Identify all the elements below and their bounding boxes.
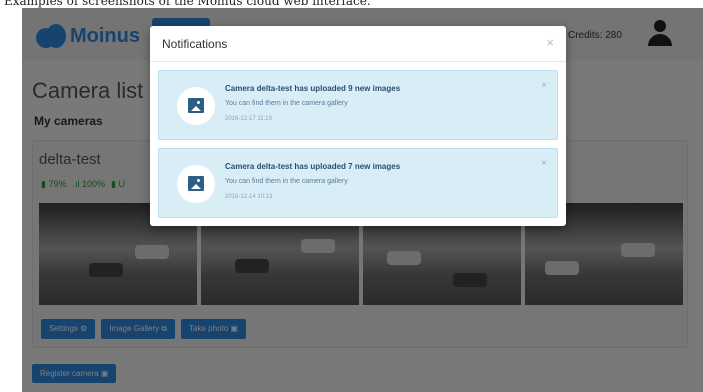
modal-title: Notifications (162, 37, 228, 51)
notification-close-icon[interactable]: × (541, 158, 547, 169)
notification-text: You can find them in the camera gallery (225, 178, 348, 185)
image-icon (177, 165, 215, 203)
image-icon (177, 87, 215, 125)
notification-title: Camera delta-test has uploaded 7 new ima… (225, 162, 401, 171)
notification-date: 2016-12-17 11:19 (225, 116, 272, 122)
notification-date: 2016-12-14 10:13 (225, 194, 273, 200)
notifications-modal: Notifications × Camera delta-test has up… (150, 26, 566, 226)
notification-item: Camera delta-test has uploaded 7 new ima… (158, 148, 558, 218)
modal-close-icon[interactable]: × (546, 35, 554, 50)
notification-close-icon[interactable]: × (541, 80, 547, 91)
modal-header: Notifications × (150, 26, 566, 62)
notification-item: Camera delta-test has uploaded 9 new ima… (158, 70, 558, 140)
notification-title: Camera delta-test has uploaded 9 new ima… (225, 84, 401, 93)
notification-text: You can find them in the camera gallery (225, 100, 348, 107)
